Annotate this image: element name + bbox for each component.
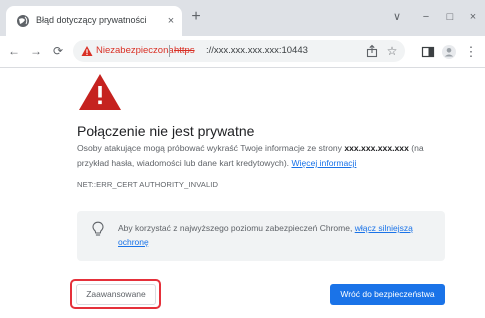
menu-icon[interactable]: ⋮ — [463, 44, 479, 60]
security-status-label[interactable]: Niezabezpieczona — [96, 45, 174, 56]
info-text: Aby korzystać z najwyższego poziomu zabe… — [118, 221, 438, 249]
description-host: xxx.xxx.xxx.xxx — [344, 143, 409, 153]
address-bar[interactable]: Niezabezpieczona https ://xxx.xxx.xxx.xx… — [73, 40, 405, 62]
share-icon[interactable] — [365, 44, 379, 58]
url-text: ://xxx.xxx.xxx.xxx:10443 — [206, 45, 308, 56]
omnibox-divider — [169, 45, 170, 57]
forward-icon[interactable]: → — [28, 43, 44, 59]
minimize-icon[interactable]: − — [418, 9, 434, 25]
error-code: NET::ERR_CERT AUTHORITY_INVALID — [77, 180, 219, 189]
browser-tab[interactable]: Błąd dotyczący prywatności × — [6, 6, 182, 36]
profile-icon[interactable] — [441, 44, 457, 60]
back-to-safety-button[interactable]: Wróć do bezpieczeństwa — [330, 284, 445, 305]
learn-more-link[interactable]: Więcej informacji — [291, 158, 356, 168]
highlight-box — [70, 279, 161, 309]
browser-toolbar: ← → ⟳ Niezabezpieczona https ://xxx.xxx.… — [0, 36, 485, 68]
safe-browsing-info-box: Aby korzystać z najwyższego poziomu zabe… — [77, 211, 445, 261]
lightbulb-icon — [92, 221, 104, 236]
globe-icon — [17, 15, 29, 27]
new-tab-button[interactable]: + — [188, 9, 204, 25]
description-text: Osoby atakujące mogą próbować wykraść Tw… — [77, 143, 345, 153]
maximize-icon[interactable]: □ — [442, 9, 458, 25]
reload-icon[interactable]: ⟳ — [50, 43, 66, 59]
back-icon[interactable]: ← — [6, 43, 22, 59]
tab-strip: Błąd dotyczący prywatności × + ∨ − □ × — [0, 0, 485, 36]
bookmark-star-icon[interactable]: ☆ — [385, 44, 399, 58]
large-warning-icon — [79, 74, 121, 110]
page-title: Połączenie nie jest prywatne — [77, 123, 255, 139]
sidepanel-icon[interactable] — [420, 44, 436, 60]
tab-search-icon[interactable]: ∨ — [389, 9, 405, 25]
warning-icon[interactable] — [81, 45, 93, 57]
tab-title: Błąd dotyczący prywatności — [36, 15, 147, 25]
close-window-icon[interactable]: × — [465, 9, 481, 25]
interstitial-page: Połączenie nie jest prywatne Osoby ataku… — [0, 69, 485, 318]
url-scheme: https — [174, 45, 195, 56]
error-description: Osoby atakujące mogą próbować wykraść Tw… — [77, 141, 447, 171]
tab-close-icon[interactable]: × — [164, 13, 178, 29]
info-text-body: Aby korzystać z najwyższego poziomu zabe… — [118, 223, 355, 233]
